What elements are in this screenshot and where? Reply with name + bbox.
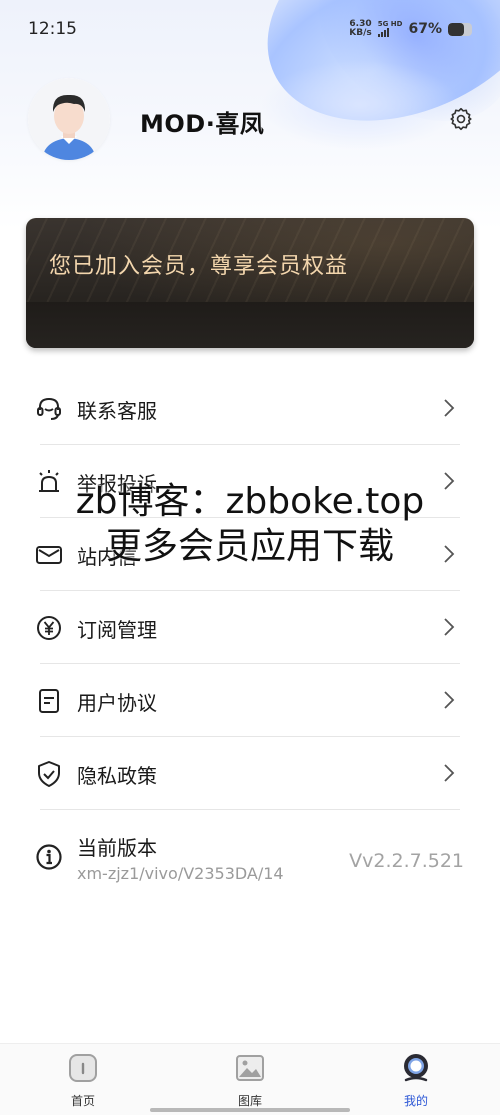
user-avatar-icon [28, 78, 110, 160]
shield-icon [38, 761, 60, 787]
yen-icon [37, 616, 61, 640]
menu-item-version[interactable]: 当前版本 xm-zjz1/vivo/V2353DA/14 Vv2.2.7.521 [0, 810, 500, 890]
menu-item-customer-service[interactable]: 联系客服 [0, 372, 500, 445]
network-speed: 6.30 KB/s [349, 20, 371, 38]
username: MOD·喜凤 [140, 110, 265, 138]
device-info: xm-zjz1/vivo/V2353DA/14 [77, 864, 284, 883]
menu-item-label: 举报投诉 [77, 472, 157, 496]
nav-home[interactable]: 首页 [33, 1052, 133, 1112]
menu-item-label: 用户协议 [77, 691, 157, 715]
chevron-right-icon [444, 764, 455, 782]
chevron-right-icon [444, 618, 455, 636]
background-swoosh [260, 60, 460, 150]
nav-profile[interactable]: 我的 [366, 1052, 466, 1112]
menu-item-label: 订阅管理 [77, 618, 157, 642]
settings-menu: 联系客服 举报投诉 站内信 订阅管理 用户协议 隐私政策 当前版本 xm-zjz… [0, 372, 500, 890]
menu-item-label: 联系客服 [77, 399, 157, 423]
menu-item-user-agreement[interactable]: 用户协议 [0, 664, 500, 737]
nav-label: 我的 [403, 1094, 428, 1108]
vip-membership-card[interactable]: 您已加入会员，尊享会员权益 [26, 218, 474, 348]
headset-icon [37, 397, 61, 420]
status-time: 12:15 [28, 19, 77, 39]
bottom-navigation: 首页 图库 我的 [0, 1043, 500, 1115]
network-speed-unit: KB/s [349, 28, 372, 38]
home-indicator[interactable] [150, 1108, 350, 1112]
menu-item-messages[interactable]: 站内信 [0, 518, 500, 591]
home-icon [69, 1054, 97, 1082]
nav-gallery[interactable]: 图库 [200, 1052, 300, 1112]
nav-label: 图库 [237, 1094, 262, 1108]
info-icon [36, 844, 62, 870]
version-title: 当前版本 [77, 836, 157, 860]
menu-item-privacy-policy[interactable]: 隐私政策 [0, 737, 500, 810]
vip-status-text: 您已加入会员，尊享会员权益 [49, 254, 349, 279]
menu-item-report[interactable]: 举报投诉 [0, 445, 500, 518]
battery-icon [448, 22, 472, 36]
chevron-right-icon [444, 472, 455, 490]
gear-icon [450, 107, 472, 131]
status-indicators: 6.30 KB/s 5G HD 67% [349, 20, 472, 38]
avatar[interactable] [28, 78, 110, 160]
nav-label: 首页 [70, 1094, 95, 1108]
profile-icon [404, 1054, 428, 1082]
version-value: Vv2.2.7.521 [349, 850, 464, 872]
menu-item-label: 隐私政策 [77, 764, 157, 788]
signal-icon: 5G HD [377, 20, 403, 37]
gallery-icon [236, 1055, 264, 1081]
document-icon [39, 689, 59, 713]
status-bar: 12:15 6.30 KB/s 5G HD 67% [0, 0, 500, 58]
alarm-icon [39, 470, 59, 492]
menu-item-label: 站内信 [77, 545, 137, 569]
battery-percent: 67% [408, 21, 442, 37]
chevron-right-icon [444, 399, 455, 417]
card-lower-band [26, 302, 474, 348]
chevron-right-icon [444, 691, 455, 709]
settings-button[interactable] [448, 106, 474, 132]
menu-item-subscription[interactable]: 订阅管理 [0, 591, 500, 664]
chevron-right-icon [444, 545, 455, 563]
signal-label: 5G HD [377, 20, 403, 28]
mail-icon [36, 546, 62, 564]
